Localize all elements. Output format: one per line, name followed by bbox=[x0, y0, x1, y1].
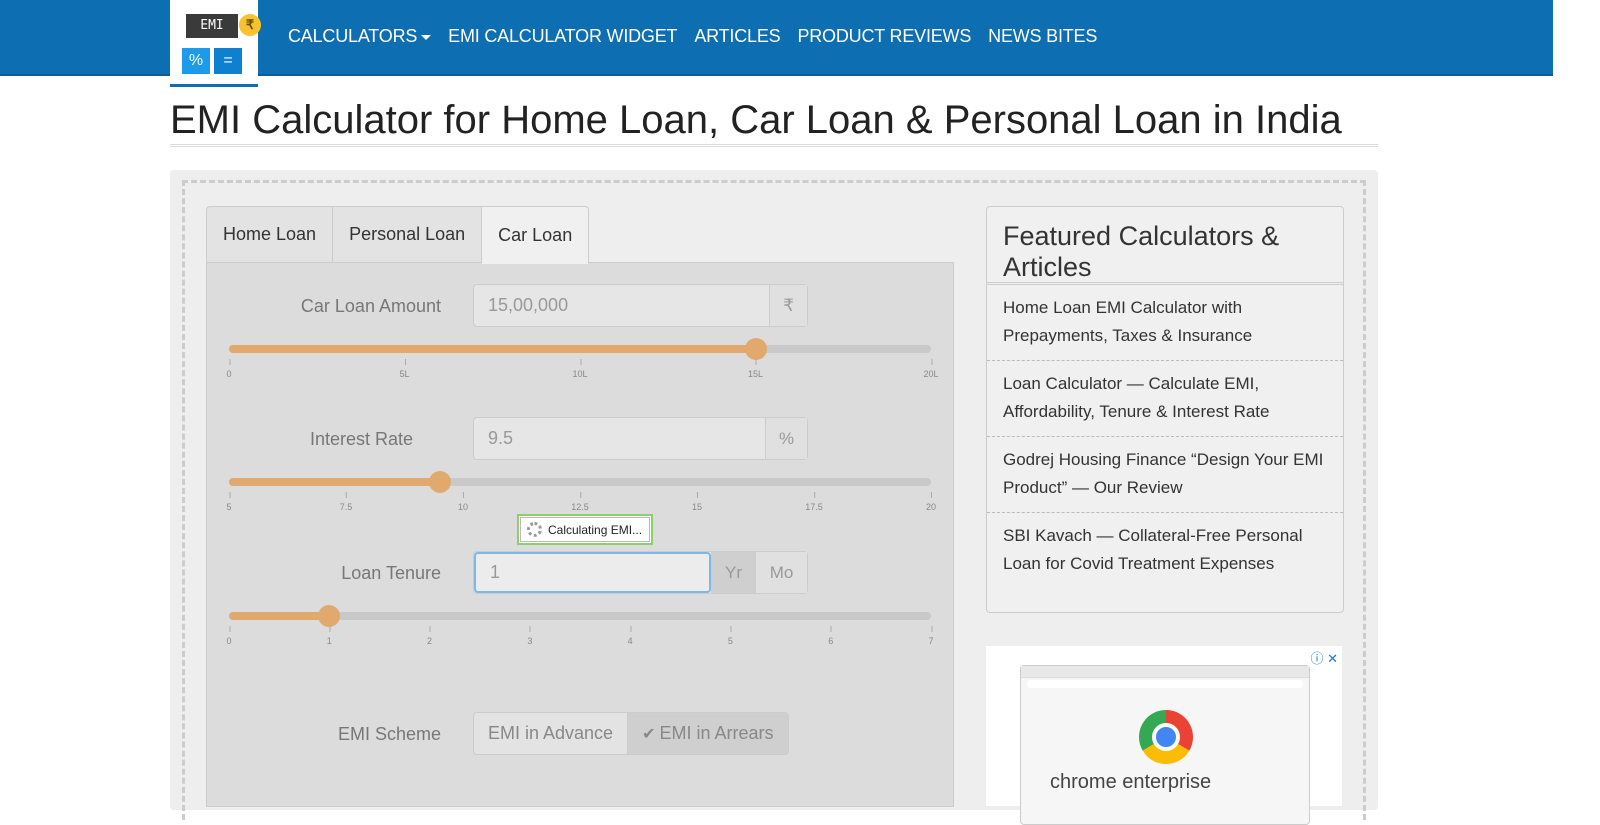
tab-car-loan[interactable]: Car Loan bbox=[481, 206, 590, 264]
loan-tenure-input[interactable]: 1 bbox=[474, 552, 711, 593]
slider-tick-label: 5L bbox=[399, 359, 410, 379]
featured-link[interactable]: Loan Calculator — Calculate EMI, Afforda… bbox=[987, 361, 1343, 437]
loan-tenure-scale: 0 1 2 3 4 5 6 7 bbox=[226, 626, 934, 646]
ad-browser-urlbar bbox=[1027, 680, 1303, 688]
loan-amount-group: 15,00,000 ₹ bbox=[473, 284, 808, 327]
calculating-tooltip: Calculating EMI... bbox=[517, 514, 653, 545]
loan-tenure-slider-fill bbox=[229, 612, 330, 620]
loan-amount-slider-handle[interactable] bbox=[744, 338, 767, 360]
info-icon[interactable]: ⓘ bbox=[1310, 651, 1323, 666]
tenure-month-toggle[interactable]: Mo bbox=[755, 552, 807, 593]
sidebar-title: Featured Calculators & Articles bbox=[987, 207, 1343, 285]
slider-tick-label: 0 bbox=[226, 359, 232, 379]
ad-browser-illustration bbox=[1020, 665, 1310, 825]
logo-key-equals: = bbox=[214, 48, 242, 74]
close-icon[interactable]: ✕ bbox=[1327, 651, 1338, 666]
rupee-icon: ₹ bbox=[769, 285, 807, 326]
slider-tick-label: 2 bbox=[427, 626, 432, 646]
nav-emi-widget[interactable]: EMI CALCULATOR WIDGET bbox=[448, 26, 677, 47]
slider-tick-label: 15 bbox=[692, 492, 702, 512]
emi-in-arrears-label: EMI in Arrears bbox=[659, 723, 774, 743]
top-navbar: EMI ₹ % = CALCULATORS EMI CALCULATOR WID… bbox=[0, 0, 1553, 87]
slider-tick-label: 20 bbox=[926, 492, 936, 512]
slider-tick-label: 7 bbox=[928, 626, 934, 646]
slider-tick-label: 4 bbox=[628, 626, 633, 646]
loan-amount-slider-fill bbox=[229, 345, 756, 353]
checkmark-icon: ✔ bbox=[642, 726, 656, 743]
nav-calculators-label: CALCULATORS bbox=[288, 26, 418, 46]
loan-tenure-slider[interactable] bbox=[229, 605, 931, 627]
page-title: EMI Calculator for Home Loan, Car Loan &… bbox=[170, 98, 1342, 142]
slider-tick-label: 20L bbox=[923, 359, 939, 379]
slider-tick-label: 5 bbox=[728, 626, 733, 646]
tenure-year-toggle[interactable]: Yr bbox=[711, 552, 755, 593]
featured-link[interactable]: Home Loan EMI Calculator with Prepayment… bbox=[987, 285, 1343, 361]
featured-link[interactable]: SBI Kavach — Collateral-Free Personal Lo… bbox=[987, 513, 1343, 588]
slider-tick-label: 10 bbox=[458, 492, 468, 512]
spinner-icon bbox=[527, 522, 542, 537]
main-nav: CALCULATORS EMI CALCULATOR WIDGET ARTICL… bbox=[288, 26, 1097, 47]
slider-tick-label: 7.5 bbox=[340, 492, 352, 512]
loan-amount-label: Car Loan Amount bbox=[300, 296, 441, 316]
emi-scheme-label: EMI Scheme bbox=[337, 724, 441, 744]
nav-calculators[interactable]: CALCULATORS bbox=[288, 26, 432, 47]
ad-text: chrome enterprise bbox=[1050, 771, 1212, 793]
slider-tick-label: 1 bbox=[327, 626, 332, 646]
featured-link[interactable]: Godrej Housing Finance “Design Your EMI … bbox=[987, 437, 1343, 513]
loan-tenure-label: Loan Tenure bbox=[341, 563, 441, 583]
emi-in-arrears-button[interactable]: ✔ EMI in Arrears bbox=[627, 713, 788, 754]
slider-tick-label: 10L bbox=[572, 359, 588, 379]
interest-rate-label: Interest Rate bbox=[309, 429, 413, 449]
site-logo[interactable]: EMI ₹ % = bbox=[170, 0, 261, 87]
chrome-logo-icon bbox=[1139, 710, 1193, 764]
slider-tick-label: 3 bbox=[527, 626, 532, 646]
title-divider bbox=[170, 144, 1378, 147]
interest-rate-slider-handle[interactable] bbox=[428, 471, 451, 493]
ad-browser-tabs bbox=[1021, 666, 1309, 678]
rupee-coin-icon: ₹ bbox=[239, 14, 261, 36]
tab-home-loan[interactable]: Home Loan bbox=[206, 206, 333, 263]
featured-list: Home Loan EMI Calculator with Prepayment… bbox=[987, 285, 1343, 588]
percent-icon: % bbox=[765, 418, 807, 459]
slider-tick-label: 6 bbox=[828, 626, 833, 646]
interest-rate-slider-fill bbox=[229, 478, 440, 486]
slider-tick-label: 0 bbox=[226, 626, 232, 646]
slider-tick-label: 5 bbox=[226, 492, 232, 512]
calculating-text: Calculating EMI... bbox=[548, 522, 643, 537]
nav-news-bites[interactable]: NEWS BITES bbox=[988, 26, 1097, 47]
advertisement[interactable]: ⓘ ✕ chrome enterprise bbox=[986, 646, 1342, 825]
interest-rate-slider[interactable] bbox=[229, 471, 931, 493]
slider-tick-label: 12.5 bbox=[571, 492, 589, 512]
emi-in-advance-button[interactable]: EMI in Advance bbox=[474, 713, 628, 754]
loan-amount-slider[interactable] bbox=[229, 338, 931, 360]
nav-product-reviews[interactable]: PRODUCT REVIEWS bbox=[797, 26, 971, 47]
interest-rate-input[interactable]: 9.5 bbox=[474, 418, 765, 459]
slider-tick-label: 17.5 bbox=[805, 492, 823, 512]
tab-personal-loan[interactable]: Personal Loan bbox=[332, 206, 482, 263]
ad-controls: ⓘ ✕ bbox=[1310, 648, 1338, 667]
emi-scheme-toggle: EMI in Advance ✔ EMI in Arrears bbox=[473, 712, 789, 755]
nav-articles[interactable]: ARTICLES bbox=[694, 26, 780, 47]
logo-key-percent: % bbox=[182, 48, 210, 74]
loan-amount-scale: 0 5L 10L 15L 20L bbox=[226, 359, 939, 379]
loan-amount-input[interactable]: 15,00,000 bbox=[474, 285, 769, 326]
slider-tick-label: 15L bbox=[748, 359, 763, 379]
loan-tenure-group: 1 Yr Mo bbox=[473, 551, 808, 594]
interest-rate-scale: 5 7.5 10 12.5 15 17.5 20 bbox=[226, 492, 936, 512]
logo-screen: EMI bbox=[186, 14, 238, 38]
calculator-icon: EMI ₹ % = bbox=[181, 10, 261, 74]
interest-rate-group: 9.5 % bbox=[473, 417, 808, 460]
caret-down-icon bbox=[421, 34, 432, 40]
featured-sidebar: Featured Calculators & Articles Home Loa… bbox=[986, 206, 1344, 613]
loan-type-tabs: Home Loan Personal Loan Car Loan bbox=[206, 206, 590, 264]
